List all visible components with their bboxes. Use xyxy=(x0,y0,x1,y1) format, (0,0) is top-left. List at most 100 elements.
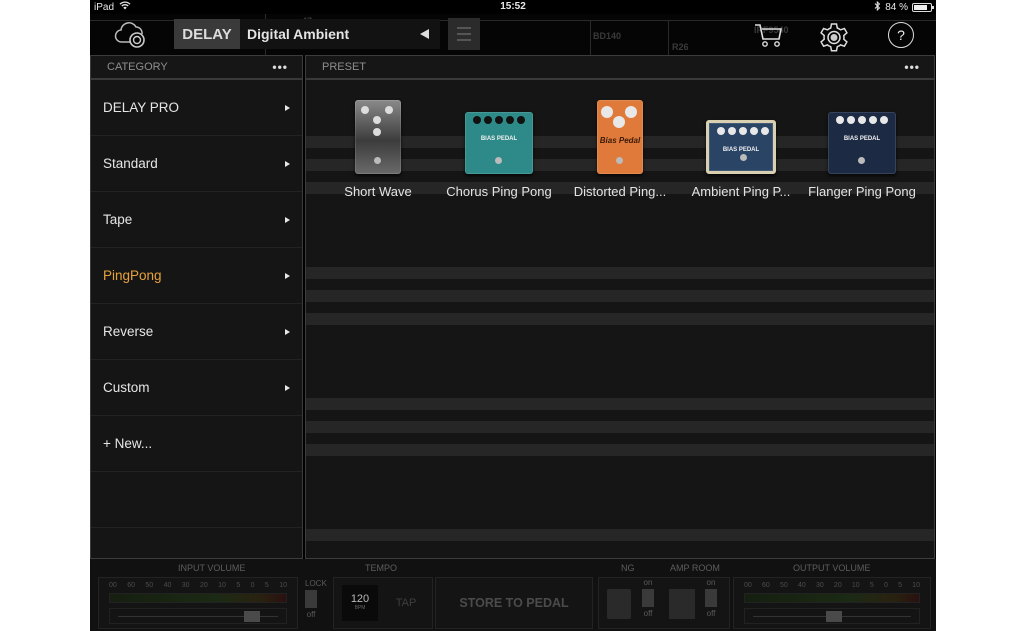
category-item[interactable]: PingPong xyxy=(91,248,302,304)
pedal-image: BIAS PEDAL xyxy=(828,112,896,174)
pedal-knob-icon xyxy=(373,128,381,136)
output-volume-label: OUTPUT VOLUME xyxy=(793,563,871,573)
menu-button[interactable] xyxy=(448,18,480,50)
pedal-knob-icon xyxy=(361,106,369,114)
noise-gate-pedal-icon[interactable] xyxy=(607,589,631,619)
amp-room-icon[interactable] xyxy=(669,589,695,619)
output-volume-thumb[interactable] xyxy=(826,611,842,622)
preset-item-label: Distorted Ping... xyxy=(573,184,667,199)
amp-room-on-label: on xyxy=(706,578,716,587)
preset-panel: PRESET ••• Short Wave BIAS PEDAL Chorus Pi… xyxy=(305,55,935,559)
preset-item[interactable]: BIAS PEDAL Flanger Ping Pong xyxy=(802,90,922,210)
preset-item-label: Ambient Ping P... xyxy=(691,184,791,199)
shelf-stripe xyxy=(306,290,934,302)
input-volume-slider[interactable] xyxy=(109,608,287,624)
pedal-image: BIAS PEDAL xyxy=(465,112,533,174)
pedal-knob-icon xyxy=(739,127,747,135)
category-item-label: PingPong xyxy=(103,268,162,283)
toolbar: 47u 2n7 BD140 R26 IRF9540 DELAY Digital … xyxy=(90,14,936,56)
category-item[interactable]: Tape xyxy=(91,192,302,248)
amp-room-switch-knob[interactable] xyxy=(705,589,717,607)
chevron-right-icon xyxy=(285,272,290,279)
meter-tick-label: 0 xyxy=(883,582,888,589)
help-button[interactable]: ? xyxy=(888,22,914,48)
preset-item[interactable]: Bias Pedal Distorted Ping... xyxy=(560,90,680,210)
pedal-brand-text: BIAS PEDAL xyxy=(480,136,518,142)
shop-button[interactable] xyxy=(754,22,784,50)
category-item[interactable]: DELAY PRO xyxy=(91,80,302,136)
bluetooth-icon xyxy=(874,0,881,14)
preset-item[interactable]: BIAS PEDAL Ambient Ping P... xyxy=(681,90,801,210)
chevron-right-icon xyxy=(285,160,290,167)
lock-label: LOCK xyxy=(305,579,327,588)
chevron-right-icon xyxy=(285,216,290,223)
output-volume-slider[interactable] xyxy=(744,608,920,624)
play-icon[interactable] xyxy=(420,29,429,39)
tap-button[interactable]: TAP xyxy=(386,585,426,621)
fx-type-button[interactable]: DELAY xyxy=(174,19,240,49)
category-header: CATEGORY ••• xyxy=(91,56,302,80)
current-preset-name[interactable]: Digital Ambient xyxy=(240,19,440,49)
pedal-knob-icon xyxy=(385,106,393,114)
category-item[interactable]: + New... xyxy=(91,416,302,472)
preset-item[interactable]: BIAS PEDAL Chorus Ping Pong xyxy=(439,90,559,210)
category-item[interactable]: Reverse xyxy=(91,304,302,360)
shelf-stripe xyxy=(306,313,934,325)
battery-percent: 84 % xyxy=(885,2,908,13)
ng-amp-room-control: on off on off xyxy=(598,577,730,629)
input-volume-thumb[interactable] xyxy=(244,611,260,622)
tempo-display[interactable]: 120 BPM xyxy=(342,585,378,621)
pedal-knob-icon xyxy=(484,116,492,124)
chevron-right-icon xyxy=(285,384,290,391)
category-panel: CATEGORY ••• DELAY PRO Standard Tape PingPo… xyxy=(90,55,303,559)
circuit-label: R26 xyxy=(672,42,689,52)
category-more-button[interactable]: ••• xyxy=(272,60,288,74)
ng-on-label: on xyxy=(643,578,653,587)
cloud-button[interactable] xyxy=(114,20,150,50)
preset-item[interactable]: Short Wave xyxy=(318,90,438,210)
tempo-value: 120 xyxy=(350,593,370,605)
preset-item-label: Chorus Ping Pong xyxy=(446,184,552,199)
pedal-image: BIAS PEDAL xyxy=(706,120,776,174)
ng-switch[interactable]: on off xyxy=(642,578,654,618)
lock-switch-knob[interactable] xyxy=(305,590,317,608)
ng-switch-knob[interactable] xyxy=(642,589,654,607)
circuit-label: BD140 xyxy=(593,31,622,41)
pedal-knob-icon xyxy=(717,127,725,135)
pedal-brand-text: Bias Pedal xyxy=(599,136,641,145)
output-meter-scale: 00 60 50 40 30 20 10 5 0 5 10 xyxy=(744,582,920,589)
meter-tick-label: 30 xyxy=(815,582,824,589)
store-to-pedal-button[interactable]: STORE TO PEDAL xyxy=(435,577,593,629)
ng-off-label: off xyxy=(643,609,653,618)
settings-button[interactable] xyxy=(816,19,852,55)
pedal-knob-icon xyxy=(836,116,844,124)
pedal-knob-icon xyxy=(750,127,758,135)
shelf-stripe xyxy=(306,529,934,541)
footswitch-icon xyxy=(740,154,747,161)
pedal-brand-text: BIAS PEDAL xyxy=(843,136,881,142)
preset-more-button[interactable]: ••• xyxy=(904,60,920,74)
circuit-trace xyxy=(590,20,591,56)
category-item[interactable]: Custom xyxy=(91,360,302,416)
pedal-knob-icon xyxy=(473,116,481,124)
circuit-trace xyxy=(668,20,669,56)
shelf-stripe xyxy=(306,267,934,279)
amp-room-switch[interactable]: on off xyxy=(705,578,717,618)
pedal-knob-icon xyxy=(728,127,736,135)
meter-tick-label: 10 xyxy=(279,582,287,589)
amp-room-off-label: off xyxy=(706,609,716,618)
meter-tick-label: 40 xyxy=(797,582,806,589)
pedal-knob-icon xyxy=(847,116,855,124)
meter-tick-label: 20 xyxy=(833,582,842,589)
category-item[interactable]: Standard xyxy=(91,136,302,192)
meter-tick-label: 00 xyxy=(109,582,117,589)
footswitch-icon xyxy=(616,157,623,164)
category-item-label: DELAY PRO xyxy=(103,100,180,115)
bottom-control-bar: INPUT VOLUME 00 60 50 40 30 20 10 5 0 5 10 LOCK of… xyxy=(90,559,936,631)
pedal-knob-icon xyxy=(625,106,637,118)
lock-switch[interactable]: LOCK off xyxy=(305,579,327,619)
footswitch-icon xyxy=(374,157,381,164)
footswitch-icon xyxy=(495,157,502,164)
menu-icon-bar xyxy=(457,33,471,35)
cloud-icon xyxy=(114,22,145,48)
